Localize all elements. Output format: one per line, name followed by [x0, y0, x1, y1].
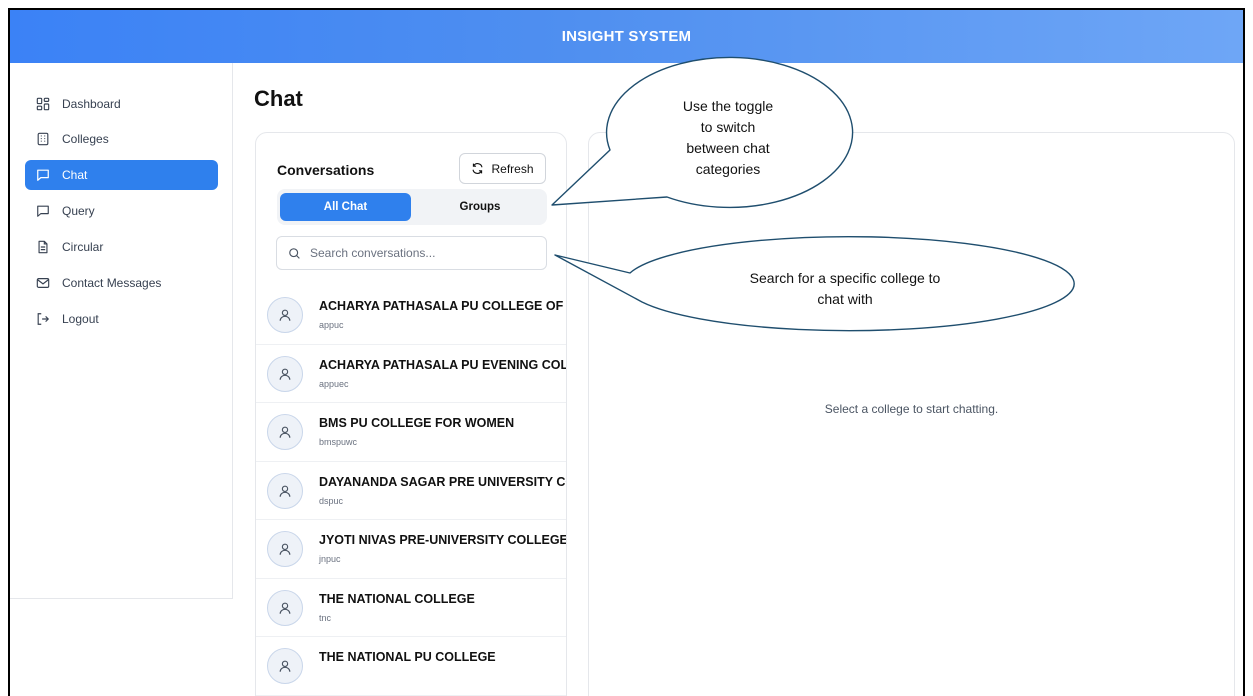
- user-icon: [279, 426, 291, 438]
- college-name: ACHARYA PATHASALA PU EVENING COLLEGE: [319, 357, 567, 372]
- sidebar-item-label: Logout: [62, 312, 99, 326]
- search-icon: [289, 247, 300, 259]
- callout-line: between chat: [686, 140, 770, 156]
- search-box: [276, 236, 547, 270]
- college-name: THE NATIONAL PU COLLEGE: [319, 650, 496, 664]
- college-name: JYOTI NIVAS PRE-UNIVERSITY COLLEGE: [319, 533, 567, 547]
- query-icon: [36, 204, 50, 218]
- user-icon: [279, 309, 291, 321]
- app-window: INSIGHT SYSTEM Dashboard Colleges Chat Q…: [8, 8, 1245, 696]
- chat-panel: Select a college to start chatting.: [588, 132, 1235, 696]
- list-item[interactable]: JYOTI NIVAS PRE-UNIVERSITY COLLEGE jnpuc: [256, 520, 566, 579]
- avatar: [267, 297, 303, 333]
- sidebar: Dashboard Colleges Chat Query Circular C…: [10, 63, 233, 599]
- avatar: [267, 414, 303, 450]
- callout-line: chat with: [817, 291, 873, 307]
- conversations-panel: Conversations Refresh All Chat Groups AC…: [255, 132, 567, 696]
- avatar: [267, 355, 303, 392]
- sidebar-item-chat[interactable]: Chat: [25, 160, 218, 190]
- college-name: ACHARYA PATHASALA PU COLLEGE OF: [319, 299, 564, 313]
- refresh-button[interactable]: Refresh: [459, 153, 546, 184]
- sidebar-item-logout[interactable]: Logout: [25, 304, 218, 334]
- conversations-title: Conversations: [277, 162, 375, 178]
- dashboard-icon: [36, 97, 50, 111]
- tab-groups[interactable]: Groups: [415, 193, 545, 221]
- sidebar-item-label: Query: [62, 204, 95, 218]
- top-bar: INSIGHT SYSTEM: [10, 10, 1243, 63]
- sidebar-item-circular[interactable]: Circular: [25, 232, 218, 262]
- college-code: dspuc: [319, 495, 344, 506]
- list-item[interactable]: ACHARYA PATHASALA PU COLLEGE OF appuc: [256, 286, 566, 345]
- app-title: INSIGHT SYSTEM: [561, 28, 692, 45]
- chat-empty-state: Select a college to start chatting.: [824, 402, 999, 416]
- college-code: tnc: [319, 612, 332, 623]
- list-item[interactable]: BMS PU COLLEGE FOR WOMEN bmspuwc: [256, 403, 566, 462]
- college-code: appuc: [319, 320, 344, 330]
- callout-line: Search for a specific college to: [749, 270, 941, 286]
- list-item[interactable]: DAYANANDA SAGAR PRE UNIVERSITY COLLEGE d…: [256, 462, 566, 520]
- sidebar-item-contact-messages[interactable]: Contact Messages: [25, 268, 218, 298]
- sidebar-item-label: Chat: [62, 168, 88, 182]
- sidebar-item-dashboard[interactable]: Dashboard: [25, 89, 218, 119]
- callout-search-text: Search for a specific college to chat wi…: [675, 268, 1015, 310]
- user-icon: [279, 602, 291, 614]
- sidebar-item-label: Contact Messages: [62, 276, 162, 290]
- college-name: DAYANANDA SAGAR PRE UNIVERSITY COLLEGE: [319, 474, 566, 489]
- avatar: [267, 589, 303, 626]
- sidebar-item-label: Colleges: [62, 132, 109, 146]
- sidebar-item-colleges[interactable]: Colleges: [25, 124, 218, 154]
- user-icon: [279, 660, 291, 672]
- search-input[interactable]: [310, 246, 530, 260]
- page-title: Chat: [254, 86, 303, 111]
- mail-icon: [36, 276, 50, 290]
- callout-line: categories: [695, 161, 761, 177]
- sidebar-item-query[interactable]: Query: [25, 196, 218, 226]
- conversation-list: ACHARYA PATHASALA PU COLLEGE OF appuc AC…: [256, 286, 566, 696]
- user-icon: [279, 368, 291, 380]
- college-name: THE NATIONAL COLLEGE: [319, 591, 475, 606]
- avatar: [267, 648, 303, 684]
- building-icon: [36, 132, 50, 146]
- callout-line: to switch: [700, 119, 756, 135]
- logout-icon: [36, 312, 50, 326]
- college-name: BMS PU COLLEGE FOR WOMEN: [319, 416, 515, 430]
- refresh-label: Refresh: [491, 161, 534, 176]
- tab-all-chat[interactable]: All Chat: [280, 193, 411, 221]
- avatar: [267, 472, 303, 509]
- list-item[interactable]: ACHARYA PATHASALA PU EVENING COLLEGE app…: [256, 345, 567, 403]
- chat-category-toggle: All Chat Groups: [277, 189, 547, 225]
- college-code: jnpuc: [319, 554, 341, 564]
- chat-icon: [36, 168, 50, 182]
- avatar: [267, 531, 303, 567]
- sidebar-item-label: Dashboard: [62, 97, 121, 111]
- college-code: bmspuwc: [319, 437, 358, 447]
- list-item[interactable]: THE NATIONAL COLLEGE tnc: [256, 579, 566, 637]
- user-icon: [279, 485, 291, 497]
- list-item[interactable]: THE NATIONAL PU COLLEGE: [256, 637, 566, 696]
- college-code: appuec: [319, 378, 349, 389]
- callout-toggle-text: Use the toggle to switch between chat ca…: [628, 96, 828, 180]
- document-icon: [36, 240, 50, 254]
- sidebar-item-label: Circular: [62, 240, 104, 254]
- user-icon: [279, 543, 291, 555]
- refresh-icon: [472, 163, 484, 174]
- callout-line: Use the toggle: [682, 98, 774, 114]
